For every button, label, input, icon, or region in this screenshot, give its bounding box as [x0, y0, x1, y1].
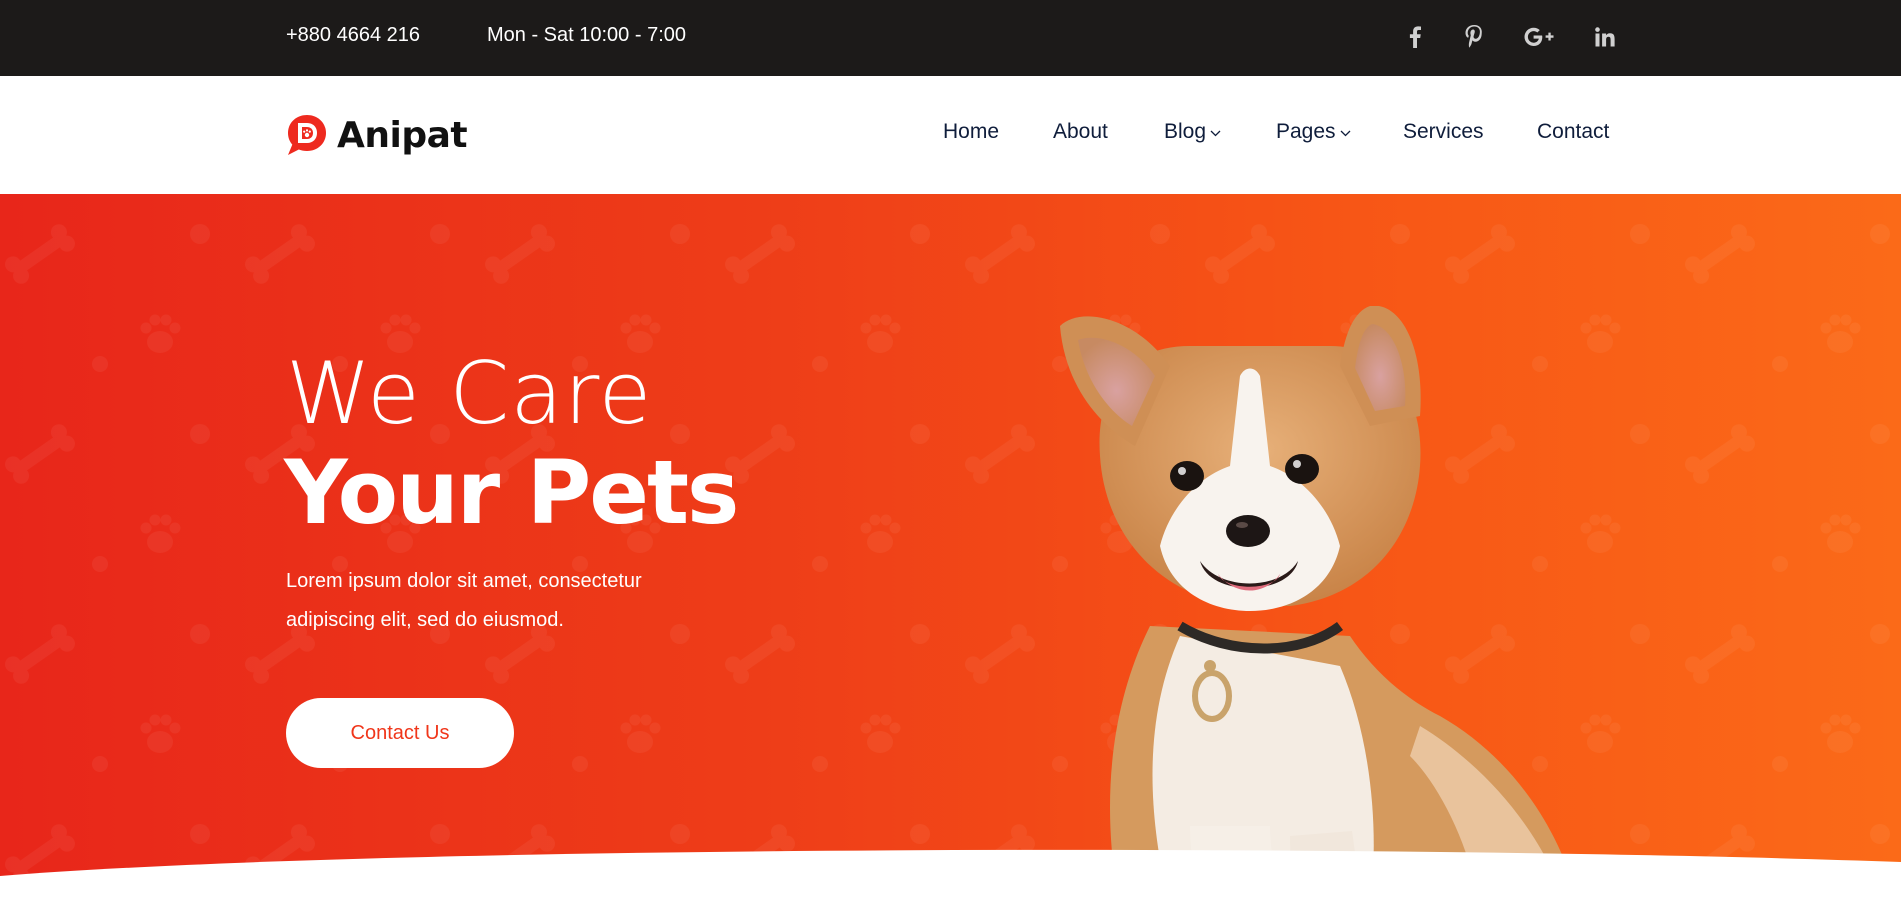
nav-services-label: Services: [1403, 120, 1484, 143]
hero-section: We Care Your Pets Lorem ipsum dolor sit …: [0, 194, 1901, 908]
nav-contact[interactable]: Contact: [1537, 120, 1609, 144]
logo-icon: [288, 115, 326, 155]
top-info-bar: +880 4664 216 Mon - Sat 10:00 - 7:00: [0, 0, 1901, 76]
nav-about-label: About: [1053, 120, 1108, 143]
chevron-down-icon: [1340, 130, 1351, 137]
hero-bottom-wave: [0, 849, 1901, 908]
nav-blog-label: Blog: [1164, 120, 1207, 143]
nav-pages[interactable]: Pages: [1276, 120, 1351, 144]
nav-blog[interactable]: Blog: [1164, 120, 1221, 144]
nav-home-label: Home: [943, 120, 1000, 143]
site-logo[interactable]: Anipat: [285, 113, 468, 157]
phone-number: +880 4664 216: [286, 24, 421, 46]
nav-pages-label: Pages: [1276, 120, 1336, 143]
opening-hours: Mon - Sat 10:00 - 7:00: [487, 24, 687, 46]
logo-text: Anipat: [337, 114, 468, 156]
main-header: Anipat Home About Blog Pages Services Co…: [0, 76, 1901, 194]
nav-home[interactable]: Home: [943, 120, 999, 144]
facebook-icon[interactable]: [1405, 22, 1425, 52]
nav-about[interactable]: About: [1053, 120, 1108, 144]
nav-contact-label: Contact: [1537, 120, 1610, 143]
nav-services[interactable]: Services: [1403, 120, 1484, 144]
linkedin-icon[interactable]: [1594, 22, 1616, 52]
pinterest-icon[interactable]: [1462, 22, 1486, 52]
google-plus-icon[interactable]: [1523, 22, 1555, 52]
chevron-down-icon: [1210, 130, 1221, 137]
